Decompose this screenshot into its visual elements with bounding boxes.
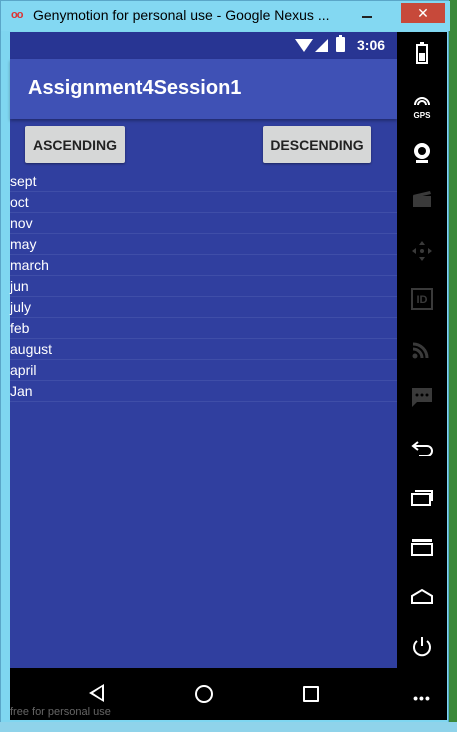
genymotion-sidebar: GPS ID ••• [397, 32, 447, 720]
genymotion-logo-icon: oo [11, 9, 23, 21]
battery-icon [336, 35, 345, 52]
personal-use-watermark: free for personal use [10, 706, 111, 718]
list-item[interactable]: sept [10, 171, 397, 192]
back-icon[interactable] [410, 438, 434, 462]
list-item[interactable]: feb [10, 318, 397, 339]
app-title: Assignment4Session1 [28, 77, 242, 99]
nav-recents-icon[interactable] [303, 686, 319, 702]
more-options-icon[interactable]: ••• [410, 686, 434, 710]
wifi-icon [295, 39, 313, 52]
webcam-widget-icon[interactable] [410, 142, 434, 166]
home-icon[interactable] [410, 586, 434, 610]
window-title: Genymotion for personal use - Google Nex… [33, 7, 330, 23]
list-item[interactable]: oct [10, 192, 397, 213]
list-item[interactable]: april [10, 360, 397, 381]
window-titlebar[interactable]: oo Genymotion for personal use - Google … [1, 1, 450, 31]
identifiers-icon: ID [410, 288, 434, 312]
month-list[interactable]: sept oct nov may march jun july feb augu… [10, 171, 397, 402]
descending-button[interactable]: DESCENDING [263, 126, 371, 163]
window-bottom-border [0, 722, 457, 732]
list-item[interactable]: may [10, 234, 397, 255]
power-icon[interactable] [410, 636, 434, 660]
cast-icon [410, 338, 434, 362]
list-item[interactable]: jun [10, 276, 397, 297]
nav-home-icon[interactable] [195, 685, 213, 703]
android-status-bar: 3:06 [10, 32, 397, 59]
menu-icon[interactable] [410, 538, 434, 562]
gps-widget-icon[interactable]: GPS [410, 92, 434, 120]
battery-widget-icon[interactable] [410, 42, 434, 66]
remote-control-icon [410, 240, 434, 264]
app-toolbar: Assignment4Session1 [10, 59, 397, 119]
sms-icon [410, 386, 434, 410]
list-item[interactable]: nov [10, 213, 397, 234]
phone-screen: 3:06 Assignment4Session1 ASCENDING DESCE… [10, 32, 397, 668]
ascending-button[interactable]: ASCENDING [25, 126, 125, 163]
list-item[interactable]: july [10, 297, 397, 318]
cellular-signal-icon [315, 39, 328, 52]
screencast-icon [410, 190, 434, 214]
close-window-button[interactable]: ✕ [401, 3, 445, 23]
gps-label: GPS [413, 111, 431, 120]
status-time: 3:06 [357, 37, 386, 53]
list-item[interactable]: Jan [10, 381, 397, 402]
recent-apps-icon[interactable] [410, 488, 434, 512]
nav-back-icon[interactable] [89, 684, 104, 702]
id-label: ID [416, 294, 428, 306]
minimize-button[interactable] [353, 3, 381, 23]
list-item[interactable]: august [10, 339, 397, 360]
list-item[interactable]: march [10, 255, 397, 276]
